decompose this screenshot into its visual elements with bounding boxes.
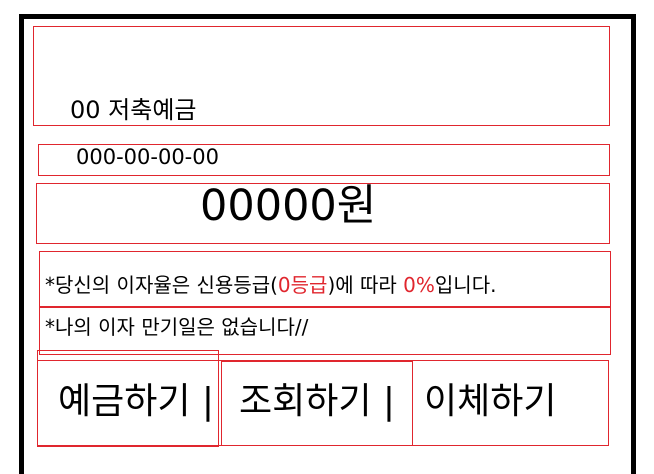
deposit-button[interactable]: 예금하기 | bbox=[37, 360, 221, 446]
interest-rate-value: 0% bbox=[403, 273, 435, 297]
rate-prefix: *당신의 이자율은 신용등급( bbox=[45, 273, 278, 297]
account-balance: 00000원 bbox=[200, 181, 377, 231]
transfer-button-label: 이체하기 bbox=[424, 381, 557, 422]
inquiry-button[interactable]: 조회하기 | bbox=[221, 361, 413, 446]
rate-mid: )에 따라 bbox=[327, 273, 404, 297]
account-title: 00 저축예금 bbox=[70, 96, 197, 124]
maturity-text: *나의 이자 만기일은 없습니다// bbox=[45, 315, 309, 339]
rate-suffix: 입니다. bbox=[434, 273, 497, 297]
interest-rate-text: *당신의 이자율은 신용등급(0등급)에 따라 0%입니다. bbox=[45, 271, 496, 299]
transfer-button[interactable]: 이체하기 bbox=[413, 361, 609, 446]
deposit-button-label: 예금하기 | bbox=[58, 381, 215, 422]
inquiry-button-label: 조회하기 | bbox=[239, 381, 396, 422]
credit-grade: 0등급 bbox=[277, 273, 328, 297]
account-number: 000-00-00-00 bbox=[76, 145, 219, 169]
